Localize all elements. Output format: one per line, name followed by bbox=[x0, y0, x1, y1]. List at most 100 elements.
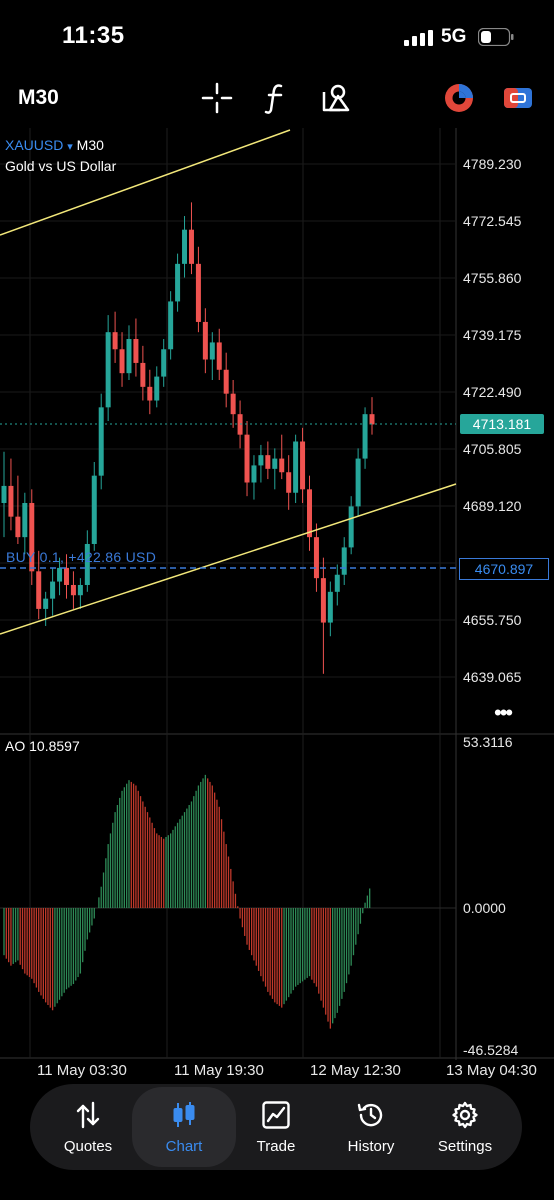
candle-body bbox=[286, 472, 292, 493]
candle-body bbox=[126, 339, 132, 374]
candle-body bbox=[70, 584, 76, 596]
candle-body bbox=[209, 342, 215, 360]
time-axis-label: 11 May 03:30 bbox=[37, 1062, 127, 1079]
chart-icon bbox=[173, 1102, 195, 1127]
candle-body bbox=[112, 332, 118, 350]
gear-icon bbox=[452, 1101, 478, 1129]
nav-history-label: History bbox=[347, 1138, 395, 1155]
ao-indicator-label[interactable]: AO 10.8597 bbox=[5, 738, 80, 754]
candle-body bbox=[63, 567, 69, 585]
symbol-name[interactable]: XAUUSD bbox=[5, 137, 63, 153]
candlestick-series bbox=[1, 202, 375, 674]
nav-settings-label: Settings bbox=[437, 1138, 493, 1155]
candle-body bbox=[320, 578, 326, 623]
account-icon[interactable] bbox=[500, 80, 536, 116]
candle-body bbox=[272, 458, 278, 469]
price-axis-label: 4755.860 bbox=[463, 270, 522, 286]
candle-body bbox=[98, 407, 104, 476]
function-icon[interactable] bbox=[259, 80, 295, 116]
chart-symbol-row[interactable]: XAUUSD ▾ M30 bbox=[5, 137, 104, 153]
candle-body bbox=[307, 489, 313, 538]
candle-body bbox=[77, 584, 83, 596]
price-axis-label: 4655.750 bbox=[463, 612, 522, 628]
symbol-dropdown-icon[interactable]: ▾ bbox=[67, 141, 73, 153]
candle-body bbox=[140, 362, 146, 387]
candle-body bbox=[341, 547, 347, 575]
symbol-description: Gold vs US Dollar bbox=[5, 158, 117, 174]
candle-body bbox=[147, 386, 153, 401]
objects-icon[interactable] bbox=[318, 80, 354, 116]
price-axis-label: 4722.490 bbox=[463, 384, 522, 400]
nav-quotes[interactable]: Quotes bbox=[41, 1084, 135, 1170]
cellular-signal-icon bbox=[404, 30, 433, 46]
candle-body bbox=[230, 393, 236, 415]
order-price-marker[interactable]: 4670.897 bbox=[459, 558, 549, 580]
nav-history[interactable]: History bbox=[324, 1084, 418, 1170]
history-icon bbox=[357, 1103, 383, 1127]
candle-body bbox=[175, 263, 181, 302]
timeframe-button[interactable]: M30 bbox=[18, 86, 59, 110]
candle-body bbox=[223, 369, 229, 394]
price-axis-label: 4639.065 bbox=[463, 669, 522, 685]
more-options-icon[interactable]: ••• bbox=[494, 700, 513, 726]
candle-body bbox=[265, 455, 271, 469]
candle-body bbox=[188, 229, 194, 264]
candle-body bbox=[91, 475, 97, 544]
candle-body bbox=[119, 349, 125, 374]
candle-body bbox=[15, 516, 21, 538]
price-levels bbox=[0, 423, 456, 569]
candle-body bbox=[57, 567, 63, 582]
candle-body bbox=[300, 441, 306, 490]
trade-icon bbox=[262, 1101, 290, 1129]
candle-body bbox=[327, 591, 333, 623]
candle-body bbox=[216, 342, 222, 370]
candle-body bbox=[355, 458, 361, 507]
candle-body bbox=[182, 229, 188, 264]
candle-body bbox=[1, 485, 7, 503]
battery-icon bbox=[478, 28, 514, 46]
candle-body bbox=[258, 455, 264, 466]
candle-body bbox=[348, 506, 354, 548]
candle-body bbox=[168, 301, 174, 350]
price-axis-label: 4689.120 bbox=[463, 498, 522, 514]
ao-axis-zero: 0.0000 bbox=[463, 900, 506, 916]
quotes-icon bbox=[76, 1101, 100, 1129]
candle-body bbox=[22, 502, 28, 538]
candle-body bbox=[50, 581, 56, 599]
nav-chart-label: Chart bbox=[165, 1138, 203, 1155]
candle-body bbox=[362, 414, 368, 459]
candle-body bbox=[334, 574, 340, 592]
bottom-navigation: Quotes Chart Trade History Settings bbox=[30, 1084, 522, 1170]
price-chart[interactable] bbox=[0, 128, 554, 1060]
time-axis-label: 12 May 12:30 bbox=[310, 1062, 401, 1079]
status-time: 11:35 bbox=[62, 22, 125, 49]
candle-body bbox=[8, 485, 14, 517]
time-axis-label: 13 May 04:30 bbox=[446, 1062, 537, 1079]
current-price-marker: 4713.181 bbox=[460, 414, 544, 434]
nav-quotes-label: Quotes bbox=[63, 1138, 113, 1155]
ao-axis-max: 53.3116 bbox=[463, 734, 513, 750]
ao-histogram bbox=[0, 774, 456, 1029]
candle-body bbox=[43, 598, 49, 609]
price-axis-label: 4772.545 bbox=[463, 213, 522, 229]
candle-body bbox=[369, 414, 375, 425]
nav-settings[interactable]: Settings bbox=[418, 1084, 512, 1170]
buy-order-label[interactable]: BUY 0.1, +422.86 USD bbox=[6, 549, 156, 565]
ao-axis-min: -46.5284 bbox=[463, 1042, 519, 1058]
network-type: 5G bbox=[441, 26, 467, 47]
price-axis-label: 4739.175 bbox=[463, 327, 522, 343]
time-axis-label: 11 May 19:30 bbox=[174, 1062, 264, 1079]
candle-body bbox=[244, 434, 250, 483]
candle-body bbox=[36, 571, 42, 609]
candle-body bbox=[251, 465, 257, 483]
nav-trade-label: Trade bbox=[256, 1138, 296, 1155]
price-axis-label: 4789.230 bbox=[463, 156, 522, 172]
nav-trade[interactable]: Trade bbox=[229, 1084, 323, 1170]
candle-body bbox=[293, 441, 299, 493]
nav-chart[interactable]: Chart bbox=[132, 1087, 236, 1167]
candle-body bbox=[133, 339, 139, 363]
candle-body bbox=[313, 537, 319, 579]
candle-body bbox=[154, 376, 160, 401]
crosshair-icon[interactable] bbox=[199, 80, 235, 116]
one-click-trading-icon[interactable] bbox=[441, 80, 477, 116]
